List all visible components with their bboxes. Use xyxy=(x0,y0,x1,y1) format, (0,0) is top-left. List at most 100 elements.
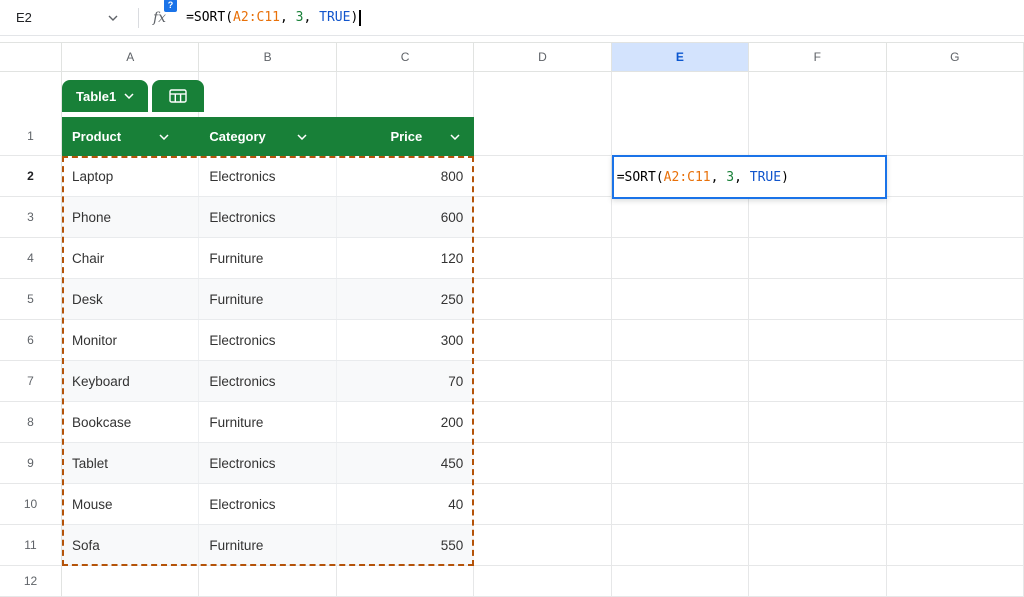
grid-cell[interactable] xyxy=(887,402,1024,443)
grid-cell[interactable] xyxy=(749,72,886,117)
cell-product[interactable]: Monitor xyxy=(62,320,199,360)
cell-price[interactable]: 800 xyxy=(337,156,474,196)
grid-cell[interactable] xyxy=(474,443,611,484)
formula-help-badge[interactable]: ? xyxy=(164,0,177,12)
grid-cell[interactable] xyxy=(887,197,1024,238)
row-header-2-selected[interactable]: 2 xyxy=(0,156,62,197)
row-header-1[interactable]: 1 xyxy=(0,117,62,156)
fx-icon[interactable]: fx ? xyxy=(153,10,166,26)
grid-cell[interactable] xyxy=(612,72,749,117)
cell-price[interactable]: 120 xyxy=(337,238,474,278)
table-header-product[interactable]: Product xyxy=(62,117,199,156)
column-header-c[interactable]: C xyxy=(337,43,474,71)
grid-cell[interactable] xyxy=(474,279,611,320)
grid-cell[interactable] xyxy=(749,238,886,279)
column-header-a[interactable]: A xyxy=(62,43,199,71)
grid-cell[interactable] xyxy=(887,361,1024,402)
grid-cell[interactable] xyxy=(612,484,749,525)
grid-cell[interactable] xyxy=(612,525,749,566)
row-header-9[interactable]: 9 xyxy=(0,443,62,484)
grid-cell[interactable] xyxy=(474,117,611,156)
grid-cell[interactable] xyxy=(749,117,886,156)
grid-cell[interactable] xyxy=(749,566,886,597)
table-name-chip[interactable]: Table1 xyxy=(62,80,148,112)
grid-cell[interactable] xyxy=(612,279,749,320)
select-all-corner[interactable] xyxy=(0,43,62,71)
cell-product[interactable]: Desk xyxy=(62,279,199,319)
row-header-3[interactable]: 3 xyxy=(0,197,62,238)
column-header-e-selected[interactable]: E xyxy=(612,43,749,71)
cell-product[interactable]: Bookcase xyxy=(62,402,199,442)
cell-price[interactable]: 300 xyxy=(337,320,474,360)
row-header-11[interactable]: 11 xyxy=(0,525,62,566)
cell-category[interactable]: Furniture xyxy=(199,402,336,442)
column-dropdown-icon[interactable] xyxy=(159,134,169,140)
row-header-8[interactable]: 8 xyxy=(0,402,62,443)
grid-cell[interactable] xyxy=(749,402,886,443)
cell-category[interactable]: Electronics xyxy=(199,443,336,483)
grid-cell[interactable] xyxy=(612,443,749,484)
cell-price[interactable]: 600 xyxy=(337,197,474,237)
cell-price[interactable]: 40 xyxy=(337,484,474,524)
grid-cell[interactable] xyxy=(887,72,1024,117)
grid-cell[interactable] xyxy=(337,566,474,597)
grid-cell[interactable] xyxy=(749,197,886,238)
grid-cell[interactable] xyxy=(887,320,1024,361)
grid-cell[interactable] xyxy=(749,361,886,402)
grid-cell[interactable] xyxy=(474,525,611,566)
grid-cell[interactable] xyxy=(749,484,886,525)
cell-category[interactable]: Electronics xyxy=(199,156,336,196)
row-header-12[interactable]: 12 xyxy=(0,566,62,597)
grid-cell[interactable] xyxy=(612,566,749,597)
grid-cell[interactable] xyxy=(612,238,749,279)
grid-cell[interactable] xyxy=(887,279,1024,320)
cell-price[interactable]: 450 xyxy=(337,443,474,483)
grid-cell[interactable] xyxy=(474,566,611,597)
grid-cell[interactable] xyxy=(887,443,1024,484)
formula-input[interactable]: =SORT(A2:C11, 3, TRUE) xyxy=(186,10,361,26)
grid-cell[interactable] xyxy=(887,484,1024,525)
grid-cell[interactable] xyxy=(474,320,611,361)
table-menu-chip[interactable] xyxy=(152,80,204,112)
cell-editor-e2[interactable]: =SORT(A2:C11, 3, TRUE) xyxy=(612,155,887,199)
grid-cell[interactable] xyxy=(474,402,611,443)
grid-cell[interactable] xyxy=(612,320,749,361)
grid-cell[interactable] xyxy=(887,238,1024,279)
grid-cell[interactable] xyxy=(474,72,611,117)
grid-cell[interactable] xyxy=(887,156,1024,197)
cell-category[interactable]: Electronics xyxy=(199,197,336,237)
cell-product[interactable]: Phone xyxy=(62,197,199,237)
cell-price[interactable]: 200 xyxy=(337,402,474,442)
column-header-d[interactable]: D xyxy=(474,43,611,71)
grid-cell[interactable] xyxy=(749,320,886,361)
row-header-6[interactable]: 6 xyxy=(0,320,62,361)
grid-cell[interactable] xyxy=(887,525,1024,566)
column-dropdown-icon[interactable] xyxy=(297,134,307,140)
grid-cell[interactable] xyxy=(474,197,611,238)
cell-price[interactable]: 550 xyxy=(337,525,474,565)
grid-cell[interactable] xyxy=(612,361,749,402)
column-dropdown-icon[interactable] xyxy=(450,134,460,140)
cell-category[interactable]: Furniture xyxy=(199,238,336,278)
cell-product[interactable]: Sofa xyxy=(62,525,199,565)
column-header-g[interactable]: G xyxy=(887,43,1024,71)
cell-category[interactable]: Electronics xyxy=(199,361,336,401)
cell-product[interactable]: Tablet xyxy=(62,443,199,483)
cell-product[interactable]: Keyboard xyxy=(62,361,199,401)
cell-product[interactable]: Mouse xyxy=(62,484,199,524)
row-header-4[interactable]: 4 xyxy=(0,238,62,279)
grid-cell[interactable] xyxy=(749,525,886,566)
grid-cell[interactable] xyxy=(474,361,611,402)
grid-cell[interactable] xyxy=(612,117,749,156)
cell-category[interactable]: Furniture xyxy=(199,525,336,565)
table-header-category[interactable]: Category xyxy=(199,117,336,156)
row-header-5[interactable]: 5 xyxy=(0,279,62,320)
name-box-dropdown-icon[interactable] xyxy=(108,15,118,21)
cell-category[interactable]: Furniture xyxy=(199,279,336,319)
grid-cell[interactable] xyxy=(612,402,749,443)
grid-cell[interactable] xyxy=(199,566,336,597)
cell-category[interactable]: Electronics xyxy=(199,320,336,360)
grid-cell[interactable] xyxy=(474,238,611,279)
grid-cell[interactable] xyxy=(887,566,1024,597)
grid-cell[interactable] xyxy=(749,279,886,320)
